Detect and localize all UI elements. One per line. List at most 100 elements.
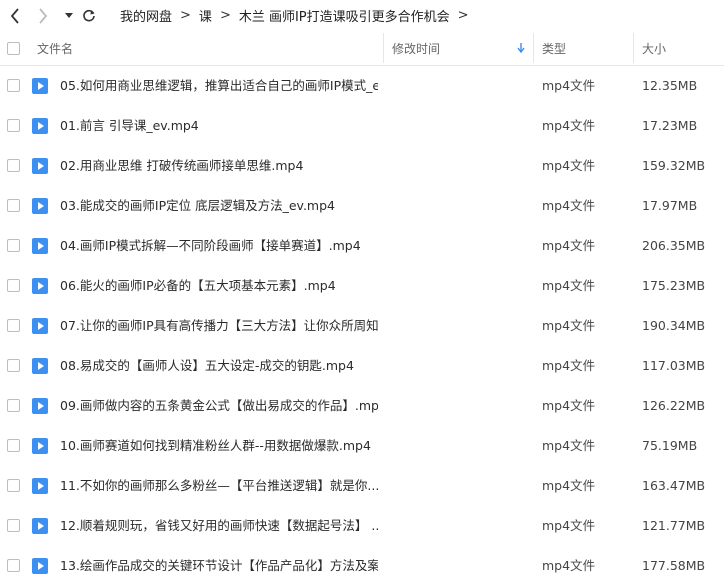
history-dropdown-icon[interactable] (62, 6, 76, 26)
file-type: mp4文件 (542, 438, 596, 453)
file-name[interactable]: 06.能火的画师IP必备的【五大项基本元素】.mp4 (60, 266, 336, 306)
file-name[interactable]: 02.用商业思维 打破传统画师接单思维.mp4 (60, 146, 303, 186)
row-checkbox[interactable] (7, 119, 20, 132)
row-checkbox[interactable] (7, 399, 20, 412)
video-file-icon (32, 518, 48, 534)
file-row[interactable]: 05.如何用商业思维逻辑，推算出适合自己的画师IP模式_e... mp4文件 1… (0, 66, 724, 106)
row-checkbox[interactable] (7, 239, 20, 252)
file-type: mp4文件 (542, 358, 596, 373)
file-type: mp4文件 (542, 78, 596, 93)
file-size: 121.77MB (642, 518, 706, 533)
file-size: 117.03MB (642, 358, 706, 373)
file-name[interactable]: 10.画师赛道如何找到精准粉丝人群--用数据做爆款.mp4 (60, 426, 371, 466)
refresh-icon[interactable] (80, 6, 98, 26)
column-header-name[interactable]: 文件名 (37, 31, 73, 65)
file-name[interactable]: 05.如何用商业思维逻辑，推算出适合自己的画师IP模式_e... (60, 66, 378, 106)
file-row[interactable]: 08.易成交的【画师人设】五大设定-成交的钥匙.mp4 mp4文件 117.03… (0, 346, 724, 386)
breadcrumb-separator-icon: > (219, 8, 231, 23)
file-size: 12.35MB (642, 78, 698, 93)
breadcrumb-item-current-folder[interactable]: 木兰 画师IP打造课吸引更多合作机会 (239, 6, 450, 25)
top-navigation-bar: 我的网盘 > 课 > 木兰 画师IP打造课吸引更多合作机会 > (0, 0, 724, 31)
file-type: mp4文件 (542, 398, 596, 413)
file-row[interactable]: 01.前言 引导课_ev.mp4 mp4文件 17.23MB (0, 106, 724, 146)
file-size: 126.22MB (642, 398, 706, 413)
file-type: mp4文件 (542, 118, 596, 133)
breadcrumb-separator-icon: > (180, 8, 191, 23)
row-checkbox[interactable] (7, 159, 20, 172)
file-name[interactable]: 13.绘画作品成交的关键环节设计【作品产品化】方法及案... (60, 546, 378, 586)
row-checkbox[interactable] (7, 319, 20, 332)
row-checkbox[interactable] (7, 359, 20, 372)
file-row[interactable]: 04.画师IP模式拆解—不同阶段画师【接单赛道】.mp4 mp4文件 206.3… (0, 226, 724, 266)
file-type: mp4文件 (542, 558, 596, 573)
file-row[interactable]: 07.让你的画师IP具有高传播力【三大方法】让你众所周知... mp4文件 19… (0, 306, 724, 346)
file-name[interactable]: 11.不如你的画师那么多粉丝—【平台推送逻辑】就是你... (60, 466, 378, 506)
file-name[interactable]: 09.画师做内容的五条黄金公式【做出易成交的作品】.mp4 (60, 386, 378, 426)
file-name[interactable]: 01.前言 引导课_ev.mp4 (60, 106, 199, 146)
video-file-icon (32, 198, 48, 214)
file-row[interactable]: 10.画师赛道如何找到精准粉丝人群--用数据做爆款.mp4 mp4文件 75.1… (0, 426, 724, 466)
file-name[interactable]: 03.能成交的画师IP定位 底层逻辑及方法_ev.mp4 (60, 186, 335, 226)
breadcrumb-item-course[interactable]: 课 (199, 6, 212, 25)
video-file-icon (32, 358, 48, 374)
file-name[interactable]: 12.顺着规则玩，省钱又好用的画师快速【数据起号法】 ... (60, 506, 378, 546)
breadcrumb-item-my-drive[interactable]: 我的网盘 (120, 6, 172, 25)
file-row[interactable]: 12.顺着规则玩，省钱又好用的画师快速【数据起号法】 ... mp4文件 121… (0, 506, 724, 546)
file-size: 159.32MB (642, 158, 706, 173)
back-arrow-icon[interactable] (6, 6, 24, 26)
sort-descending-icon[interactable] (517, 31, 525, 65)
file-row[interactable]: 11.不如你的画师那么多粉丝—【平台推送逻辑】就是你... mp4文件 163.… (0, 466, 724, 506)
file-size: 17.23MB (642, 118, 698, 133)
file-name[interactable]: 07.让你的画师IP具有高传播力【三大方法】让你众所周知... (60, 306, 378, 346)
file-type: mp4文件 (542, 478, 596, 493)
row-checkbox[interactable] (7, 479, 20, 492)
row-checkbox[interactable] (7, 439, 20, 452)
file-size: 177.58MB (642, 558, 706, 573)
column-divider[interactable] (383, 33, 384, 63)
file-row[interactable]: 06.能火的画师IP必备的【五大项基本元素】.mp4 mp4文件 175.23M… (0, 266, 724, 306)
column-divider[interactable] (633, 33, 634, 63)
file-type: mp4文件 (542, 318, 596, 333)
column-header-size[interactable]: 大小 (642, 31, 666, 65)
video-file-icon (32, 558, 48, 574)
file-size: 190.34MB (642, 318, 706, 333)
video-file-icon (32, 438, 48, 454)
video-file-icon (32, 398, 48, 414)
file-row[interactable]: 02.用商业思维 打破传统画师接单思维.mp4 mp4文件 159.32MB (0, 146, 724, 186)
file-type: mp4文件 (542, 518, 596, 533)
file-row[interactable]: 13.绘画作品成交的关键环节设计【作品产品化】方法及案... mp4文件 177… (0, 546, 724, 586)
file-size: 163.47MB (642, 478, 706, 493)
breadcrumb-separator-icon: > (457, 8, 469, 23)
column-header-type[interactable]: 类型 (542, 31, 566, 65)
file-type: mp4文件 (542, 278, 596, 293)
row-checkbox[interactable] (7, 199, 20, 212)
file-size: 175.23MB (642, 278, 706, 293)
video-file-icon (32, 278, 48, 294)
file-size: 17.97MB (642, 198, 698, 213)
column-divider[interactable] (533, 33, 534, 63)
file-name[interactable]: 04.画师IP模式拆解—不同阶段画师【接单赛道】.mp4 (60, 226, 361, 266)
video-file-icon (32, 158, 48, 174)
column-header-modified[interactable]: 修改时间 (392, 31, 440, 65)
file-type: mp4文件 (542, 198, 596, 213)
video-file-icon (32, 238, 48, 254)
row-checkbox[interactable] (7, 279, 20, 292)
row-checkbox[interactable] (7, 519, 20, 532)
file-type: mp4文件 (542, 238, 596, 253)
file-size: 206.35MB (642, 238, 706, 253)
forward-arrow-icon[interactable] (34, 6, 52, 26)
video-file-icon (32, 478, 48, 494)
file-row[interactable]: 09.画师做内容的五条黄金公式【做出易成交的作品】.mp4 mp4文件 126.… (0, 386, 724, 426)
file-list-header: 文件名 修改时间 类型 大小 (0, 31, 724, 66)
file-name[interactable]: 08.易成交的【画师人设】五大设定-成交的钥匙.mp4 (60, 346, 354, 386)
video-file-icon (32, 318, 48, 334)
file-row[interactable]: 03.能成交的画师IP定位 底层逻辑及方法_ev.mp4 mp4文件 17.97… (0, 186, 724, 226)
row-checkbox[interactable] (7, 79, 20, 92)
breadcrumb: 我的网盘 > 课 > 木兰 画师IP打造课吸引更多合作机会 > (120, 0, 477, 31)
video-file-icon (32, 118, 48, 134)
file-size: 75.19MB (642, 438, 698, 453)
select-all-checkbox[interactable] (7, 31, 21, 65)
video-file-icon (32, 78, 48, 94)
row-checkbox[interactable] (7, 559, 20, 572)
file-type: mp4文件 (542, 158, 596, 173)
